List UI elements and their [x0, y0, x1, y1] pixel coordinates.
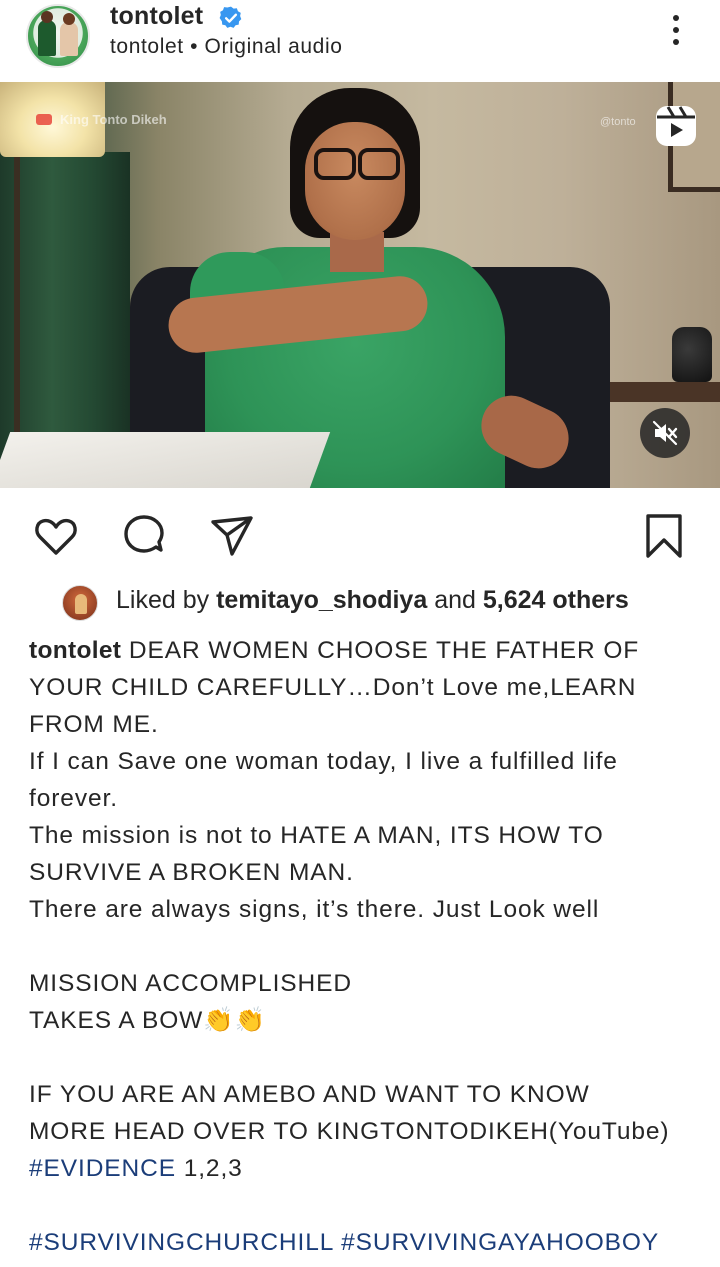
caption-line: The mission is not to HATE A MAN, ITS HO…	[29, 822, 604, 849]
post-audio-subtitle[interactable]: tontolet • Original audio	[110, 35, 343, 59]
likes-middle: and	[427, 586, 483, 614]
caption-line: There are always signs, it’s there. Just…	[29, 896, 600, 923]
youtube-icon	[36, 114, 52, 125]
comment-icon[interactable]	[120, 512, 168, 560]
mute-icon	[652, 420, 678, 446]
heart-icon[interactable]	[32, 512, 80, 560]
caption-line: #EVIDENCE 1,2,3	[29, 1150, 699, 1187]
video-watermark-handle: @tonto	[600, 116, 636, 128]
scene-lamp-pole	[14, 157, 20, 457]
share-icon[interactable]	[208, 512, 256, 560]
post-username[interactable]: tontolet	[110, 2, 203, 31]
verified-badge-icon	[219, 6, 242, 28]
video-watermark-text: King Tonto Dikeh	[60, 112, 167, 127]
caption-line: If I can Save one woman today, I live a …	[29, 748, 618, 775]
liker-username[interactable]: temitayo_shodiya	[216, 586, 427, 614]
hashtag-survivingayahooboy[interactable]: #SURVIVINGAYAHOOBOY	[341, 1229, 659, 1256]
likes-text: Liked by temitayo_shodiya and 5,624 othe…	[116, 586, 629, 615]
caption-line: forever.	[29, 785, 118, 812]
caption-line: #SURVIVINGCHURCHILL #SURVIVINGAYAHOOBOY	[29, 1224, 699, 1261]
post-action-bar	[0, 488, 720, 578]
mute-button[interactable]	[640, 408, 690, 458]
likes-prefix: Liked by	[116, 586, 217, 614]
caption-line: MORE HEAD OVER TO KINGTONTODIKEH(YouTube…	[29, 1118, 670, 1145]
liker-avatar[interactable]	[62, 585, 98, 621]
scene-papers	[0, 432, 331, 488]
reel-video[interactable]: King Tonto Dikeh @tonto	[0, 82, 720, 488]
bookmark-icon[interactable]	[640, 512, 688, 560]
post-caption: tontolet DEAR WOMEN CHOOSE THE FATHER OF…	[29, 632, 699, 1261]
caption-line: YOUR CHILD CAREFULLY…Don’t Love me,LEARN	[29, 674, 637, 701]
caption-line: MISSION ACCOMPLISHED	[29, 970, 352, 997]
caption-line: TAKES A BOW👏👏	[29, 1007, 266, 1034]
profile-avatar[interactable]	[26, 4, 90, 68]
post-header: tontolet tontolet • Original audio	[0, 0, 720, 82]
reels-icon	[656, 106, 696, 146]
likes-others-count[interactable]: 5,624 others	[483, 586, 629, 614]
caption-author[interactable]: tontolet	[29, 637, 121, 664]
person-face	[305, 122, 405, 240]
person-glasses	[314, 148, 400, 180]
caption-line: tontolet DEAR WOMEN CHOOSE THE FATHER OF	[29, 632, 699, 669]
caption-line: IF YOU ARE AN AMEBO AND WANT TO KNOW	[29, 1081, 590, 1108]
scene-kettle	[672, 327, 712, 382]
caption-line: SURVIVE A BROKEN MAN.	[29, 859, 354, 886]
more-options-icon[interactable]	[664, 12, 688, 52]
video-watermark: King Tonto Dikeh	[36, 112, 167, 127]
hashtag-evidence[interactable]: #EVIDENCE	[29, 1155, 176, 1182]
hashtag-survivingchurchill[interactable]: #SURVIVINGCHURCHILL	[29, 1229, 333, 1256]
caption-text: 1,2,3	[175, 1155, 243, 1182]
caption-text: DEAR WOMEN CHOOSE THE FATHER OF	[121, 637, 640, 664]
caption-line: FROM ME.	[29, 711, 159, 738]
